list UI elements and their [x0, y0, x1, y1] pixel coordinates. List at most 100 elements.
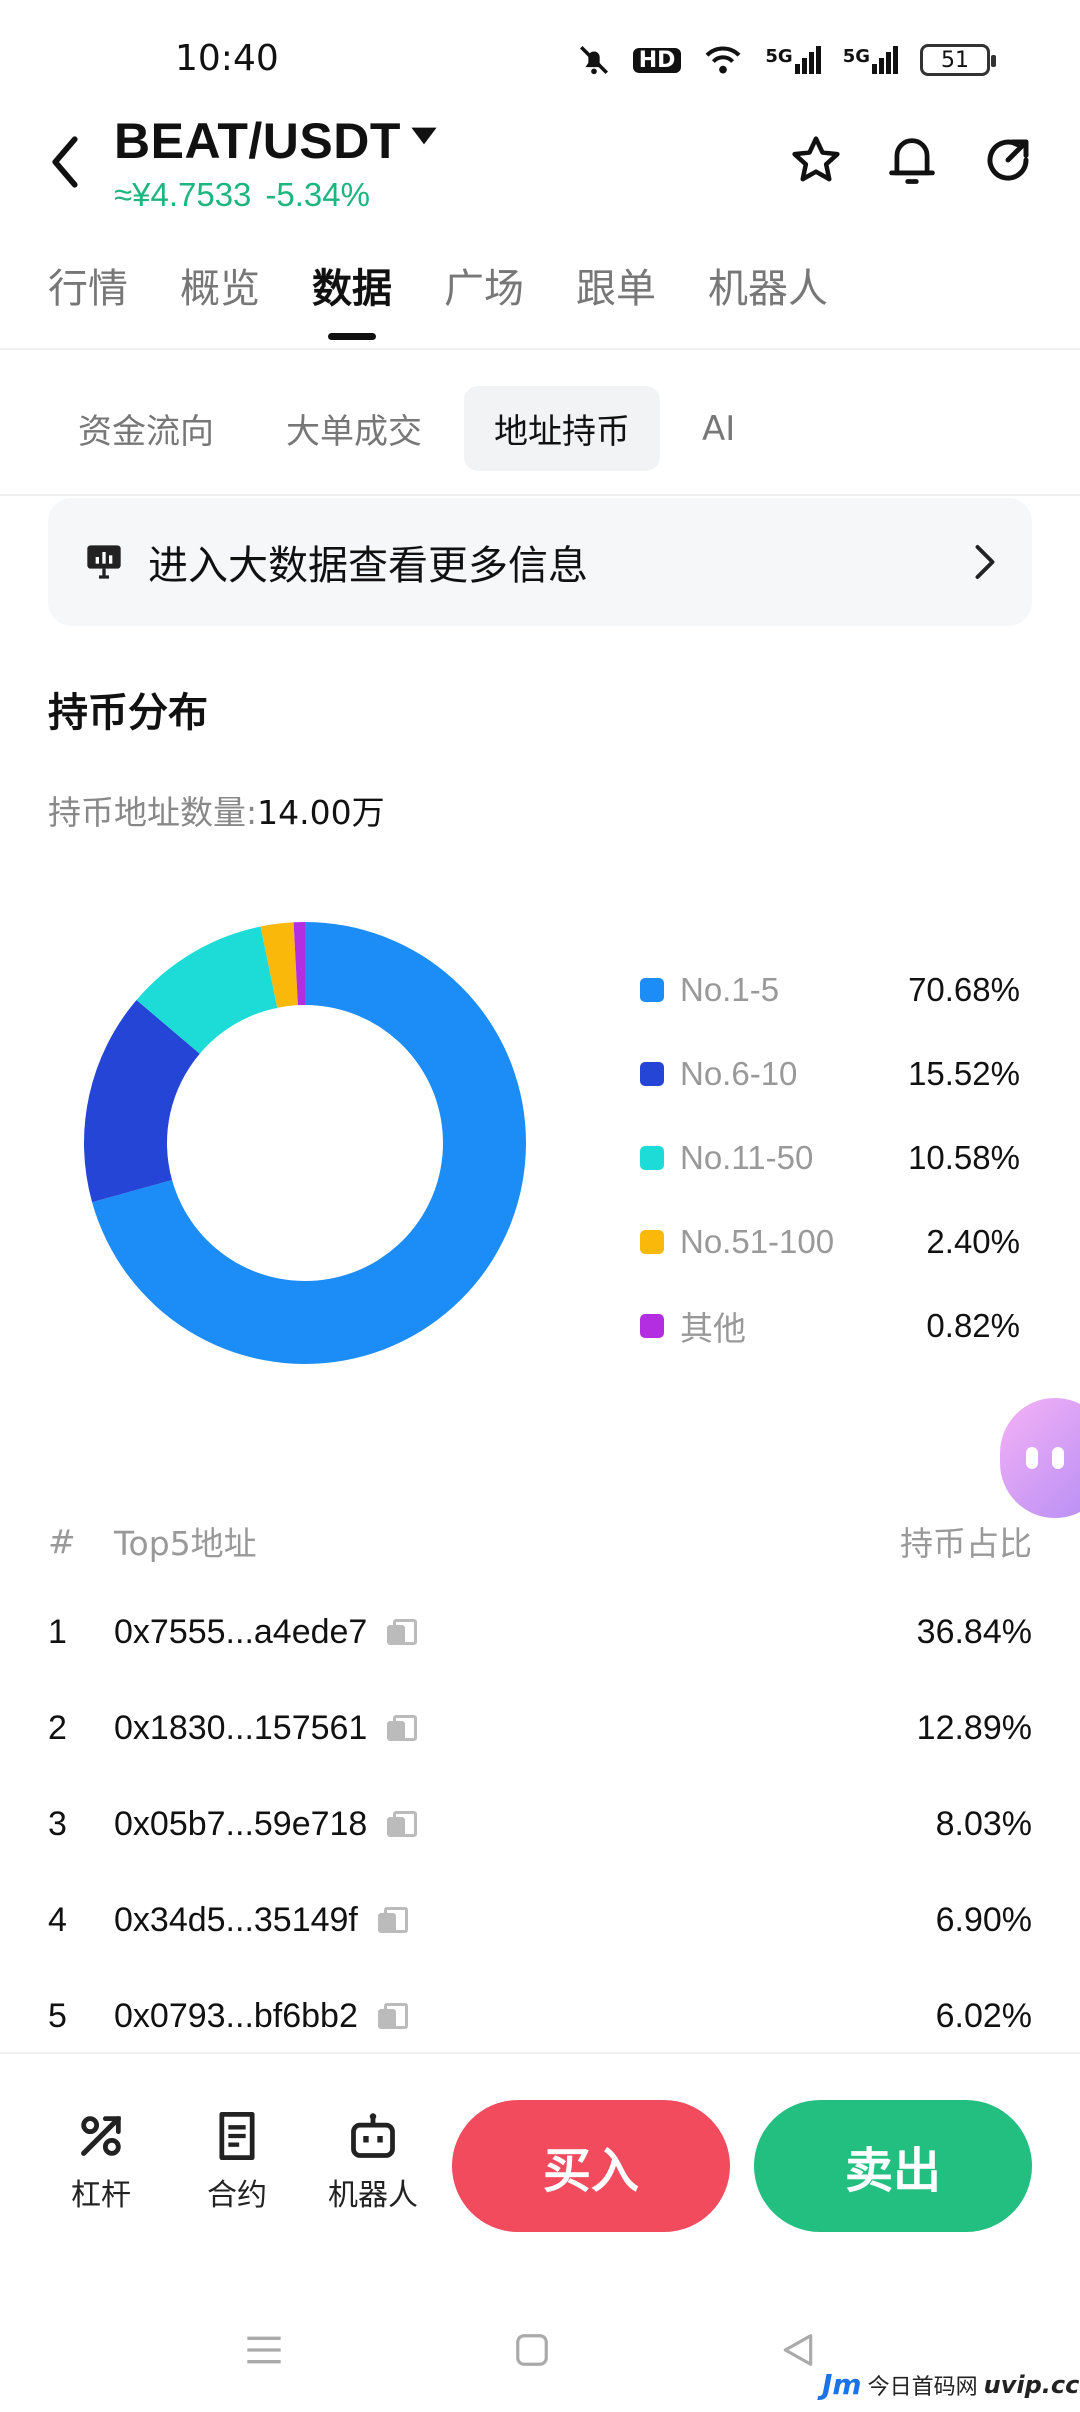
copy-icon[interactable] [377, 2003, 408, 2029]
subtab-address-holdings[interactable]: 地址持币 [464, 386, 660, 471]
legend-label: No.11-50 [680, 1139, 814, 1176]
watermark-logo: Jm [822, 2368, 862, 2401]
table-row: 3 0x05b7...59e718 8.03% [48, 1794, 1032, 1854]
tab-square[interactable]: 广场 [444, 256, 524, 314]
status-icons: HD 5G 5G 51 [577, 38, 996, 82]
top5-table-header: # Top5地址 持币占比 [48, 1516, 1032, 1566]
row-percent: 6.90% [935, 1900, 1032, 1939]
legend-swatch [640, 1146, 664, 1170]
legend-label: No.51-100 [680, 1223, 835, 1260]
row-rank: 2 [48, 1708, 67, 1747]
price-change: -5.34% [265, 176, 370, 213]
buy-button[interactable]: 买入 [452, 2100, 730, 2232]
nav-back-button[interactable] [768, 2320, 828, 2380]
star-icon [792, 136, 840, 182]
subtabs-divider [0, 494, 1080, 496]
row-percent: 8.03% [935, 1804, 1032, 1843]
subtab-ai[interactable]: AI [672, 391, 765, 467]
row-address: 0x0793...bf6bb2 [114, 1996, 358, 2035]
copy-icon[interactable] [387, 1715, 418, 1741]
tab-market[interactable]: 行情 [48, 256, 128, 314]
robot-button[interactable]: 机器人 [318, 2110, 428, 2214]
menu-icon [247, 2336, 281, 2364]
battery-icon: 51 [920, 44, 996, 76]
legend-item: No.11-50 10.58% [640, 1116, 1020, 1200]
holders-label: 持币地址数量: [48, 793, 258, 832]
table-row: 2 0x1830...157561 12.89% [48, 1698, 1032, 1758]
legend-label: 其他 [680, 1310, 746, 1347]
price-line: ≈¥4.7533 -5.34% [114, 176, 384, 214]
copy-icon[interactable] [387, 1811, 418, 1837]
big-data-banner[interactable]: 进入大数据查看更多信息 [48, 498, 1032, 626]
legend-label: No.1-5 [680, 971, 780, 1008]
hd-badge: HD [632, 47, 682, 73]
subtab-large-orders[interactable]: 大单成交 [256, 386, 452, 471]
contract-button[interactable]: 合约 [182, 2110, 292, 2214]
col-percent-header: 持币占比 [900, 1524, 1032, 1563]
pair-title[interactable]: BEAT/USDT [114, 112, 401, 170]
pair-dropdown-icon[interactable] [410, 126, 438, 150]
col-address-header: Top5地址 [114, 1524, 257, 1563]
robot-label: 机器人 [328, 2178, 418, 2213]
sub-tabs: 资金流向 大单成交 地址持币 AI [48, 386, 777, 471]
robot-icon [351, 2113, 395, 2158]
back-button[interactable] [40, 122, 90, 202]
status-time: 10:40 [175, 38, 279, 79]
chart-legend: No.1-5 70.68% No.6-10 15.52% No.11-50 10.58% N… [640, 948, 1020, 1368]
favorite-button[interactable] [786, 130, 846, 190]
leverage-label: 杠杆 [71, 2178, 131, 2213]
legend-value: 15.52% [908, 1055, 1020, 1092]
copy-icon[interactable] [387, 1619, 418, 1645]
table-row: 4 0x34d5...35149f 6.90% [48, 1890, 1032, 1950]
legend-item: No.6-10 15.52% [640, 1032, 1020, 1116]
nav-home-button[interactable] [502, 2320, 562, 2380]
table-row: 5 0x0793...bf6bb2 6.02% [48, 1986, 1032, 2046]
holders-value: 14.00万 [257, 793, 385, 832]
signal-5g-icon-2: 5G [843, 46, 898, 74]
watermark: Jm 今日首码网 uvip.cc [822, 2368, 1079, 2401]
presentation-chart-icon [87, 545, 121, 579]
legend-value: 10.58% [908, 1139, 1020, 1176]
contract-icon [219, 2111, 255, 2161]
row-rank: 1 [48, 1612, 67, 1651]
share-button[interactable] [978, 130, 1038, 190]
price-cny: ≈¥4.7533 [114, 176, 252, 213]
leverage-icon [81, 2116, 121, 2156]
main-tabs: 行情 概览 数据 广场 跟单 机器人 [48, 256, 880, 314]
tab-overview[interactable]: 概览 [180, 256, 260, 314]
row-rank: 3 [48, 1804, 67, 1843]
legend-item: 其他 0.82% [640, 1284, 1020, 1368]
row-rank: 4 [48, 1900, 67, 1939]
mute-bell-icon [579, 45, 608, 75]
assistant-eye-icon [1026, 1447, 1038, 1469]
legend-swatch [640, 1314, 664, 1338]
subtab-fund-flow[interactable]: 资金流向 [48, 386, 244, 471]
signal-5g-icon-1: 5G [765, 46, 821, 74]
leverage-button[interactable]: 杠杆 [46, 2110, 156, 2214]
contract-label: 合约 [207, 2178, 267, 2213]
row-address: 0x34d5...35149f [114, 1900, 358, 1939]
holders-count: 持币地址数量:14.00万 [48, 786, 385, 834]
legend-value: 2.40% [926, 1223, 1020, 1260]
floating-assistant-button[interactable] [1000, 1398, 1080, 1518]
nav-menu-button[interactable] [234, 2320, 294, 2380]
legend-label: No.6-10 [680, 1055, 798, 1092]
home-square-icon [516, 2334, 548, 2366]
copy-icon[interactable] [377, 1907, 408, 1933]
tab-robot[interactable]: 机器人 [708, 256, 828, 314]
alert-button[interactable] [882, 130, 942, 190]
row-address: 0x05b7...59e718 [114, 1804, 368, 1843]
tab-data[interactable]: 数据 [312, 256, 392, 314]
tab-copy-trade[interactable]: 跟单 [576, 256, 656, 314]
holding-donut-chart [83, 922, 527, 1364]
chevron-right-icon [975, 545, 995, 579]
sell-button[interactable]: 卖出 [754, 2100, 1032, 2232]
section-title: 持币分布 [48, 690, 208, 736]
table-row: 1 0x7555...a4ede7 36.84% [48, 1602, 1032, 1662]
legend-swatch [640, 978, 664, 1002]
watermark-text: 今日首码网 [867, 2374, 978, 2400]
legend-swatch [640, 1062, 664, 1086]
legend-value: 0.82% [926, 1307, 1020, 1344]
col-rank-header: # [48, 1521, 76, 1561]
wifi-icon [705, 46, 741, 74]
